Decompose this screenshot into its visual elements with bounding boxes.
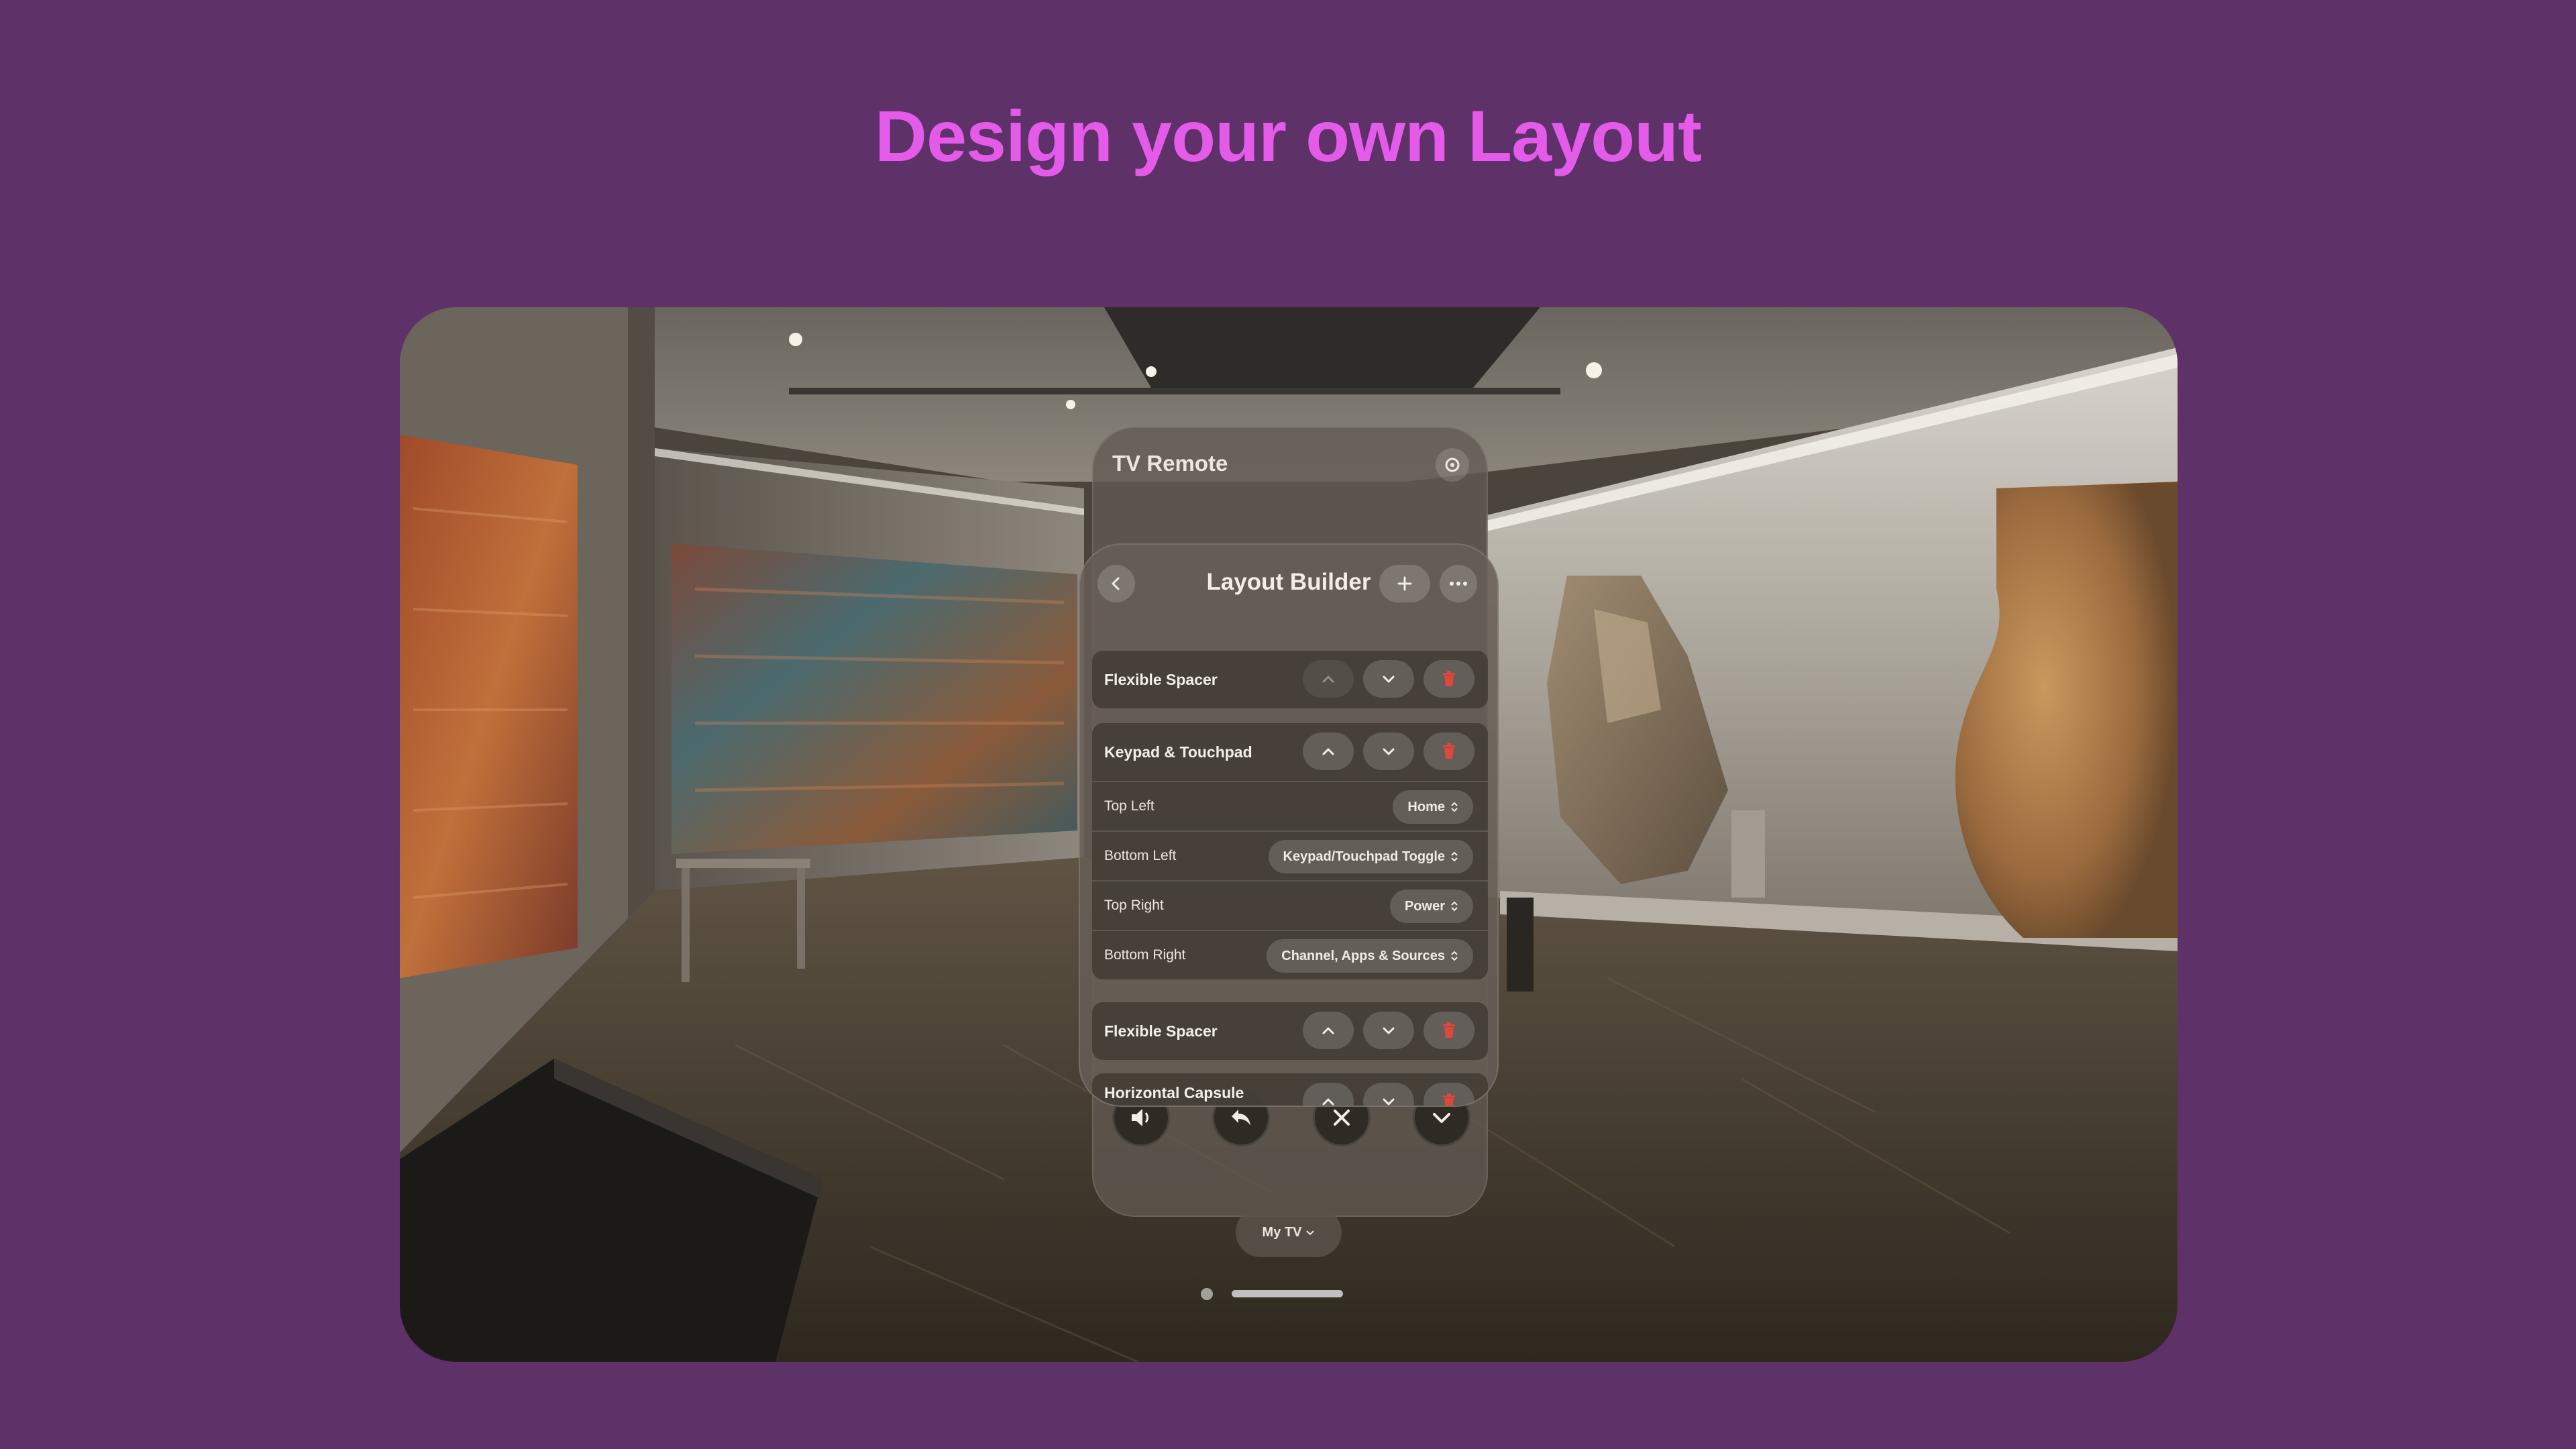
move-up-button[interactable]: [1303, 1083, 1354, 1106]
layout-builder-sheet: Layout Builder Flexible Spacer Keypad & …: [1079, 543, 1499, 1107]
option-row-top-left: Top Left Home: [1092, 781, 1488, 830]
trash-icon: [1443, 671, 1455, 686]
builder-header: Layout Builder: [1080, 545, 1497, 619]
builder-title: Layout Builder: [1206, 569, 1371, 595]
delete-button[interactable]: [1424, 1012, 1474, 1049]
option-label: Bottom Left: [1104, 848, 1177, 863]
move-down-button[interactable]: [1363, 660, 1414, 698]
chevron-down-icon: [1306, 1230, 1315, 1236]
option-row-bottom-right: Bottom Right Channel, Apps & Sources: [1092, 930, 1488, 979]
move-down-button[interactable]: [1363, 1083, 1414, 1106]
option-value: Power: [1404, 898, 1445, 914]
chevron-up-icon: [1322, 1098, 1334, 1106]
option-popup-button[interactable]: Keypad/Touchpad Toggle: [1268, 840, 1473, 873]
trash-icon: [1443, 1022, 1455, 1038]
option-popup-button[interactable]: Channel, Apps & Sources: [1267, 939, 1473, 973]
ellipsis-icon: [1450, 582, 1467, 586]
move-down-button[interactable]: [1363, 1012, 1414, 1049]
move-up-button[interactable]: [1303, 660, 1354, 698]
chevron-down-icon: [1383, 748, 1395, 755]
up-down-chevron-icon: [1451, 851, 1458, 862]
layout-item-card: Keypad & Touchpad Top Left Home Bottom L…: [1092, 723, 1488, 979]
move-up-button[interactable]: [1303, 1012, 1354, 1049]
option-label: Top Right: [1104, 898, 1164, 913]
option-value: Home: [1407, 799, 1445, 814]
page-indicator-dot[interactable]: [1201, 1288, 1213, 1300]
layout-item-card: Flexible Spacer: [1092, 651, 1488, 708]
layout-item-card: Horizontal Capsule: [1092, 1073, 1488, 1106]
delete-button[interactable]: [1424, 1083, 1474, 1106]
up-down-chevron-icon: [1451, 802, 1458, 812]
device-selector[interactable]: My TV: [1236, 1208, 1342, 1257]
more-button[interactable]: [1440, 565, 1477, 602]
option-row-bottom-left: Bottom Left Keypad/Touchpad Toggle: [1092, 830, 1488, 880]
remote-title: TV Remote: [1112, 451, 1228, 476]
layout-item-card: Flexible Spacer: [1092, 1002, 1488, 1060]
trash-icon: [1443, 743, 1455, 759]
add-button[interactable]: [1379, 565, 1430, 602]
option-value: Channel, Apps & Sources: [1281, 948, 1445, 963]
chevron-up-icon: [1322, 1027, 1334, 1034]
chevron-down-icon: [1383, 676, 1395, 683]
layout-item-title: Keypad & Touchpad: [1104, 743, 1252, 761]
delete-button[interactable]: [1424, 660, 1474, 698]
move-up-button[interactable]: [1303, 733, 1354, 770]
delete-button[interactable]: [1424, 733, 1474, 770]
layout-item-title: Flexible Spacer: [1104, 670, 1218, 688]
trash-icon: [1443, 1093, 1455, 1106]
chevron-up-icon: [1322, 676, 1334, 683]
layout-item-title: Flexible Spacer: [1104, 1022, 1218, 1040]
option-value: Keypad/Touchpad Toggle: [1283, 849, 1445, 864]
chevron-down-icon: [1383, 1098, 1395, 1106]
headline: Design your own Layout: [874, 95, 1702, 176]
device-name: My TV: [1262, 1224, 1302, 1240]
gear-icon[interactable]: [1436, 448, 1469, 482]
up-down-chevron-icon: [1451, 951, 1458, 961]
window-grab-bar[interactable]: [1232, 1290, 1343, 1297]
layout-item-title: Horizontal Capsule: [1104, 1084, 1244, 1102]
option-label: Bottom Right: [1104, 947, 1186, 963]
move-down-button[interactable]: [1363, 733, 1414, 770]
option-label: Top Left: [1104, 798, 1155, 814]
up-down-chevron-icon: [1451, 901, 1458, 912]
plus-icon: [1397, 576, 1412, 591]
chevron-up-icon: [1322, 748, 1334, 755]
option-row-top-right: Top Right Power: [1092, 880, 1488, 930]
option-popup-button[interactable]: Home: [1393, 790, 1473, 824]
option-popup-button[interactable]: Power: [1389, 890, 1473, 923]
chevron-down-icon: [1383, 1027, 1395, 1034]
